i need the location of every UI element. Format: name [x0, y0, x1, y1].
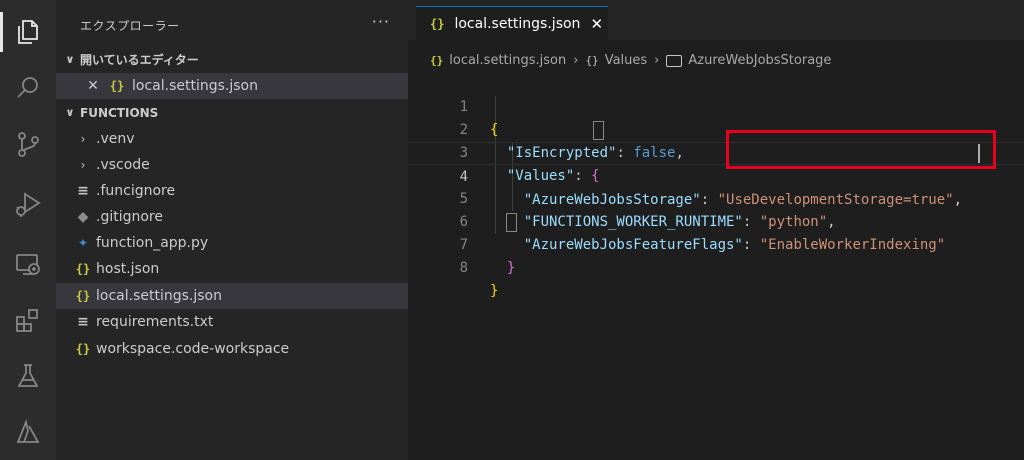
tree-item-label: .venv — [96, 131, 135, 147]
close-icon[interactable]: ✕ — [86, 73, 100, 99]
tree-item-local-settings[interactable]: {} local.settings.json — [56, 283, 408, 309]
chevron-right-icon: › — [80, 132, 86, 146]
code-line: 6 "AzureWebJobsFeatureFlags": "EnableWor… — [408, 188, 1024, 253]
open-editors-header[interactable]: ∨ 開いているエディター — [56, 48, 408, 72]
explorer-sidebar: エクスプローラー ··· ∨ 開いているエディター ✕ {} local.set… — [56, 0, 408, 460]
active-indicator — [0, 12, 3, 52]
folder-label: FUNCTIONS — [80, 106, 159, 120]
tree-item-label: requirements.txt — [96, 314, 214, 330]
brace: } — [506, 260, 516, 276]
code-line: 2 "IsEncrypted": false, — [408, 96, 1024, 161]
git-file-icon: ◆ — [77, 209, 89, 225]
json-file-icon: {} — [430, 17, 445, 31]
breadcrumb-file[interactable]: local.settings.json — [449, 50, 566, 72]
activity-bar — [0, 0, 56, 460]
explorer-icon[interactable] — [10, 14, 46, 50]
highlight-annotation — [726, 130, 996, 169]
tree-item-funcignore[interactable]: ≡ .funcignore — [56, 178, 408, 204]
folder-header[interactable]: ∨ FUNCTIONS — [56, 101, 408, 125]
tree-item-gitignore[interactable]: ◆ .gitignore — [56, 204, 408, 230]
object-icon: {} — [585, 54, 599, 67]
open-editors-label: 開いているエディター — [80, 53, 199, 67]
breadcrumb: {} local.settings.json › {} Values › AzureWebJ… — [430, 50, 831, 72]
more-actions-icon[interactable]: ··· — [372, 12, 390, 31]
tree-item-host-json[interactable]: {} host.json — [56, 256, 408, 282]
tree-item-requirements[interactable]: ≡ requirements.txt — [56, 309, 408, 335]
breadcrumb-separator: › — [654, 53, 660, 68]
tree-item-function-app[interactable]: ✦ function_app.py — [56, 230, 408, 256]
tree-item-label: .gitignore — [96, 209, 163, 225]
code-line: 7 } — [408, 211, 1024, 276]
json-file-icon: {} — [75, 342, 91, 356]
tree-item-vscode[interactable]: › .vscode — [56, 152, 408, 178]
azure-icon[interactable] — [10, 414, 46, 450]
tab-label: local.settings.json — [454, 16, 581, 32]
json-file-icon: {} — [75, 262, 91, 276]
bracket-match — [593, 121, 604, 140]
text-file-icon: ≡ — [77, 314, 89, 330]
bracket-match — [506, 213, 517, 232]
code-line: 1 { — [408, 73, 1024, 138]
tree-item-label: .funcignore — [96, 183, 176, 199]
python-file-icon: ✦ — [77, 236, 89, 250]
tree-item-label: .vscode — [96, 157, 150, 173]
search-icon[interactable] — [10, 70, 46, 106]
chevron-right-icon: › — [80, 158, 86, 172]
text-file-icon: ≡ — [77, 183, 89, 199]
tree-item-label: host.json — [96, 261, 160, 277]
sidebar-title: エクスプローラー — [80, 19, 180, 33]
line-number: 8 — [459, 260, 468, 276]
chevron-down-icon: ∨ — [65, 106, 75, 119]
brace: } — [490, 283, 499, 299]
open-editor-item[interactable]: ✕ {} local.settings.json — [56, 73, 408, 99]
breadcrumb-values[interactable]: Values — [605, 50, 647, 72]
string-property-icon — [666, 55, 683, 67]
close-icon[interactable]: ✕ — [590, 15, 603, 33]
code-line: 8 } — [408, 234, 1024, 299]
json-file-icon: {} — [109, 79, 125, 93]
vscode-window: エクスプローラー ··· ∨ 開いているエディター ✕ {} local.set… — [0, 0, 1024, 460]
tree-item-workspace[interactable]: {} workspace.code-workspace — [56, 336, 408, 362]
tree-item-label: local.settings.json — [96, 288, 222, 304]
extensions-icon[interactable] — [10, 302, 46, 338]
tab-local-settings[interactable]: {} local.settings.json ✕ — [416, 6, 608, 41]
tab-bar: {} local.settings.json ✕ — [408, 0, 1024, 41]
json-file-icon: {} — [75, 289, 91, 303]
tree-item-label: workspace.code-workspace — [96, 341, 290, 357]
remote-explorer-icon[interactable] — [10, 246, 46, 282]
run-debug-icon[interactable] — [10, 186, 46, 222]
tree-item-label: function_app.py — [96, 235, 209, 251]
tree-item-venv[interactable]: › .venv — [56, 126, 408, 152]
json-file-icon: {} — [430, 54, 444, 67]
breadcrumb-separator: › — [573, 53, 579, 68]
testing-icon[interactable] — [10, 358, 46, 394]
open-editor-filename: local.settings.json — [132, 78, 258, 94]
source-control-icon[interactable] — [10, 126, 46, 162]
breadcrumb-leaf[interactable]: AzureWebJobsStorage — [688, 50, 831, 72]
chevron-down-icon: ∨ — [65, 53, 75, 66]
editor-area: {} local.settings.json ✕ {} local.setting… — [408, 0, 1024, 460]
